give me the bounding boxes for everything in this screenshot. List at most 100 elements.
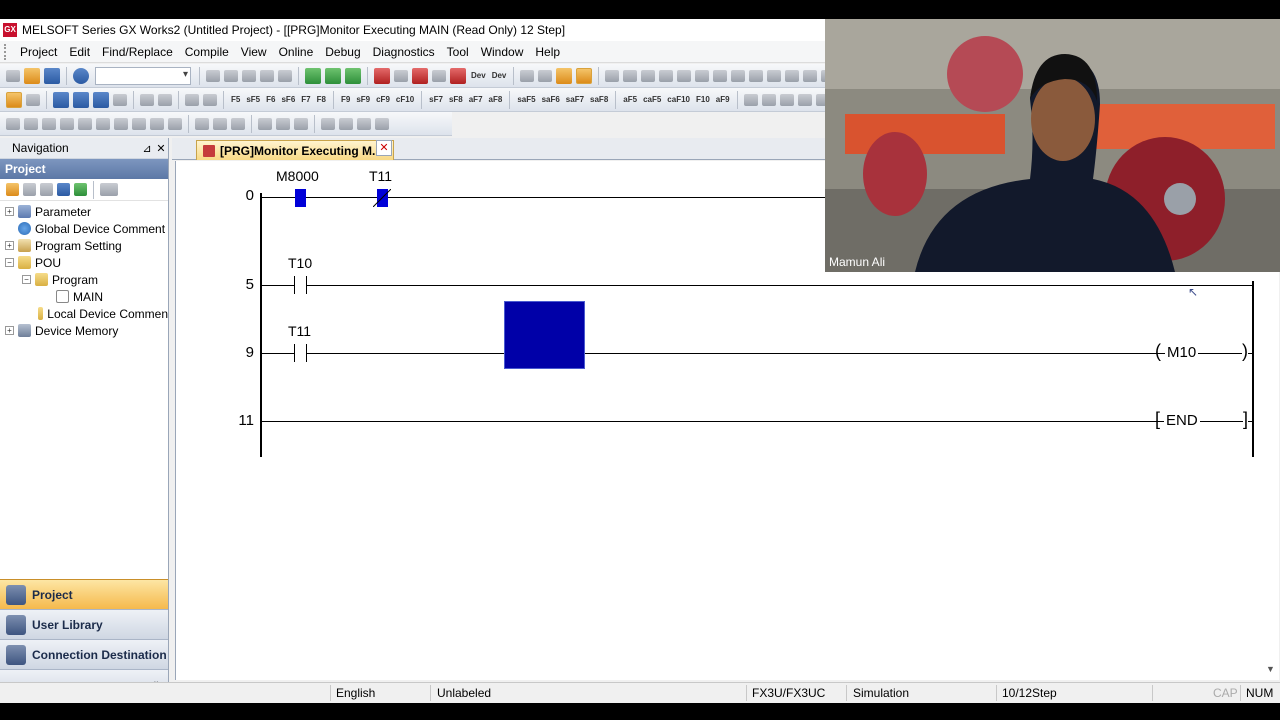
- delete-vertical-line-button[interactable]: cF10: [395, 92, 415, 108]
- contact-t11-nc[interactable]: [373, 189, 391, 207]
- delete-horizontal-line-button[interactable]: cF9: [375, 92, 391, 108]
- statement-edit-icon[interactable]: [276, 117, 290, 130]
- horizontal-line-button[interactable]: F9: [340, 92, 351, 108]
- ladder-symbol-icon[interactable]: [623, 69, 638, 82]
- falling-pulse-close-button[interactable]: saF6: [541, 92, 561, 108]
- ladder-symbol-icon[interactable]: [713, 69, 728, 82]
- note-edit-icon[interactable]: [339, 117, 353, 130]
- ladder-symbol-icon[interactable]: [749, 69, 764, 82]
- batch-monitor-icon[interactable]: [432, 69, 446, 82]
- plc-verify-icon[interactable]: [345, 67, 361, 84]
- cut-icon[interactable]: [206, 69, 220, 82]
- expand-icon[interactable]: +: [5, 241, 14, 250]
- zoom-icon[interactable]: [158, 93, 172, 106]
- contact-t11[interactable]: [294, 344, 307, 362]
- collapse-icon[interactable]: −: [5, 258, 14, 267]
- menu-tool[interactable]: Tool: [441, 45, 475, 59]
- tree-item-parameter[interactable]: + Parameter: [0, 203, 168, 220]
- ladder-edit-icon[interactable]: [96, 117, 110, 130]
- device-batch-button[interactable]: Dev: [470, 68, 487, 84]
- nav-button-user-library[interactable]: User Library: [0, 609, 168, 639]
- comment-edit-icon[interactable]: [213, 117, 227, 130]
- tree-item-main[interactable]: MAIN: [0, 288, 168, 305]
- scroll-down-icon[interactable]: ▼: [1262, 664, 1279, 680]
- note-edit-icon[interactable]: [357, 117, 371, 130]
- note-edit-icon[interactable]: [321, 117, 335, 130]
- comment-edit-icon[interactable]: [231, 117, 245, 130]
- new-project-icon[interactable]: [6, 69, 20, 82]
- copy-data-icon[interactable]: [23, 183, 36, 196]
- line-input-button[interactable]: F10: [695, 92, 711, 108]
- save-project-icon[interactable]: [44, 67, 60, 84]
- ladder-symbol-icon[interactable]: [695, 69, 710, 82]
- refresh-icon[interactable]: [74, 183, 87, 196]
- project-view-icon[interactable]: [6, 91, 22, 108]
- operation-result-rising-button[interactable]: aF5: [622, 92, 638, 108]
- parallel-falling-pulse-button[interactable]: aF8: [488, 92, 504, 108]
- property-icon[interactable]: [57, 183, 70, 196]
- comment-edit-icon[interactable]: [195, 117, 209, 130]
- closed-contact-button[interactable]: F6: [265, 92, 276, 108]
- paste-icon[interactable]: [242, 69, 256, 82]
- tab-main-monitor[interactable]: [PRG]Monitor Executing M...: [196, 140, 394, 160]
- ladder-cursor[interactable]: [504, 301, 585, 369]
- contact-m8000[interactable]: [295, 189, 306, 207]
- menu-diagnostics[interactable]: Diagnostics: [367, 45, 441, 59]
- display-options-icon[interactable]: [100, 183, 118, 196]
- coil-button[interactable]: F7: [300, 92, 311, 108]
- parallel-rising-close-button[interactable]: saF7: [565, 92, 585, 108]
- monitor-mode-icon[interactable]: [140, 93, 154, 106]
- ladder-edit-icon[interactable]: [168, 117, 182, 130]
- collapse-icon[interactable]: −: [22, 275, 31, 284]
- note-edit-icon[interactable]: [375, 117, 389, 130]
- ladder-symbol-icon[interactable]: [767, 69, 782, 82]
- expand-icon[interactable]: +: [5, 326, 14, 335]
- open-contact-button[interactable]: F5: [230, 92, 241, 108]
- monitor-start-icon[interactable]: [374, 67, 390, 84]
- simulation-icon[interactable]: [556, 67, 573, 84]
- menu-edit[interactable]: Edit: [63, 45, 96, 59]
- nav-button-connection-destination[interactable]: Connection Destination: [0, 639, 168, 669]
- plc-read-icon[interactable]: [305, 67, 321, 84]
- menu-view[interactable]: View: [235, 45, 273, 59]
- coil-m10-label[interactable]: M10: [1165, 344, 1199, 361]
- menu-compile[interactable]: Compile: [179, 45, 235, 59]
- ladder-tool-icon[interactable]: [761, 93, 776, 106]
- ladder-edit-icon[interactable]: [132, 117, 146, 130]
- tree-item-pou[interactable]: − POU: [0, 254, 168, 271]
- rising-pulse-close-button[interactable]: saF5: [516, 92, 536, 108]
- menu-project[interactable]: Project: [14, 45, 63, 59]
- tree-item-device-memory[interactable]: + Device Memory: [0, 322, 168, 339]
- device-search-icon[interactable]: [412, 67, 428, 84]
- device-list-icon[interactable]: [93, 91, 109, 108]
- statement-edit-icon[interactable]: [294, 117, 308, 130]
- menu-online[interactable]: Online: [273, 45, 320, 59]
- ladder-symbol-icon[interactable]: [731, 69, 746, 82]
- ladder-tool-icon[interactable]: [797, 93, 812, 106]
- ladder-edit-icon[interactable]: [24, 117, 38, 130]
- read-mode-icon[interactable]: [185, 93, 199, 106]
- ladder-symbol-icon[interactable]: [659, 69, 674, 82]
- ladder-tool-icon[interactable]: [743, 93, 758, 106]
- tree-item-local-device-comment[interactable]: Local Device Commen: [0, 305, 168, 322]
- window-icon[interactable]: [53, 91, 69, 108]
- statement-edit-icon[interactable]: [258, 117, 272, 130]
- monitor-stop-icon[interactable]: [394, 69, 408, 82]
- menu-grip-handle[interactable]: [4, 43, 8, 60]
- ladder-edit-icon[interactable]: [150, 117, 164, 130]
- ladder-edit-icon[interactable]: [42, 117, 56, 130]
- find-device-icon[interactable]: [203, 93, 217, 106]
- vertical-line-button[interactable]: sF9: [355, 92, 371, 108]
- end-instruction[interactable]: END: [1164, 412, 1200, 429]
- rising-pulse-button[interactable]: sF7: [428, 92, 444, 108]
- falling-pulse-button[interactable]: sF8: [448, 92, 464, 108]
- copy-icon[interactable]: [224, 69, 238, 82]
- ladder-symbol-icon[interactable]: [677, 69, 692, 82]
- tree-item-program-setting[interactable]: + Program Setting: [0, 237, 168, 254]
- line-delete-button[interactable]: aF9: [715, 92, 731, 108]
- ladder-edit-icon[interactable]: [6, 117, 20, 130]
- delete-data-icon[interactable]: [40, 183, 53, 196]
- tree-item-global-device-comment[interactable]: Global Device Comment: [0, 220, 168, 237]
- ladder-symbol-icon[interactable]: [605, 69, 620, 82]
- device-test-icon[interactable]: [450, 67, 466, 84]
